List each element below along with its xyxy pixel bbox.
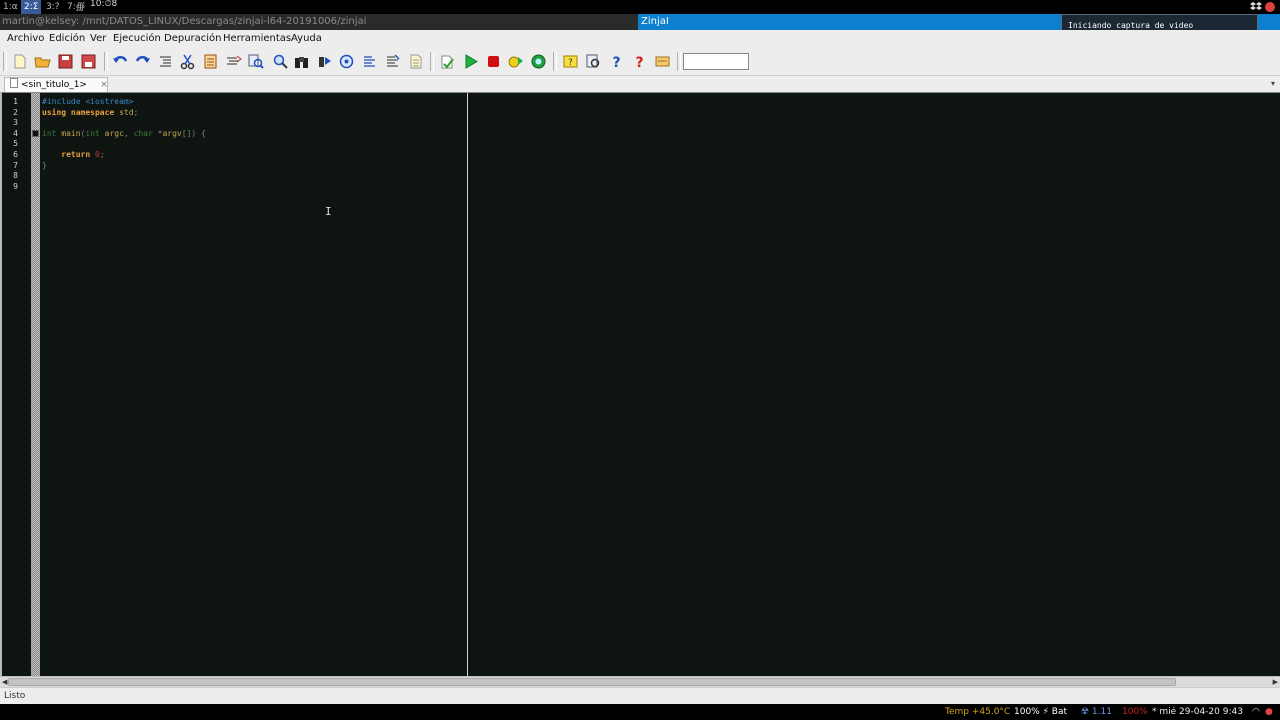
code-editor[interactable]: 1 2 3 4 5 6 7 8 9 #include <iostream> usi… [0, 92, 1280, 677]
wifi-icon: ◠ [1252, 707, 1260, 717]
main-toolbar: ? ? ? [0, 48, 1280, 76]
workspace-2[interactable]: 2:Σ [21, 0, 42, 14]
line-number: 8 [13, 171, 18, 181]
line-number: 4 [13, 128, 18, 138]
line-number-gutter: 1 2 3 4 5 6 7 8 9 [2, 93, 31, 677]
text-cursor-icon: I [325, 205, 332, 218]
new-file-icon[interactable] [11, 53, 28, 70]
status-text: Listo [4, 691, 26, 701]
settings-icon[interactable] [654, 53, 671, 70]
undo-icon[interactable] [112, 53, 129, 70]
tray-icons [1248, 1, 1276, 13]
find-replace-icon[interactable] [247, 53, 264, 70]
line-number: 7 [13, 160, 18, 170]
menu-bar: Archivo Edición Ver Ejecución Depuración… [0, 30, 1280, 49]
menu-ejecucion[interactable]: Ejecución [113, 30, 161, 48]
file-icon [10, 78, 18, 88]
line-number: 9 [13, 181, 18, 191]
open-folder-icon[interactable] [34, 53, 51, 70]
search-input[interactable] [683, 53, 749, 70]
status-bar: Listo [0, 687, 1280, 705]
toolbar-separator [677, 52, 681, 71]
workspace-3[interactable]: 3:? [43, 0, 63, 14]
power-icon[interactable]: ● [1265, 704, 1273, 720]
document-icon[interactable] [407, 53, 424, 70]
toolbar-separator [430, 52, 434, 71]
debug-icon[interactable] [507, 53, 524, 70]
redo-icon[interactable] [134, 53, 151, 70]
scrollbar-thumb[interactable] [8, 678, 1176, 686]
save-as-icon[interactable] [80, 53, 97, 70]
compile-icon[interactable] [439, 53, 456, 70]
cut-icon[interactable] [179, 53, 196, 70]
find-next-icon[interactable] [316, 53, 333, 70]
line-number: 5 [13, 139, 18, 149]
volume-indicator: 100% [1122, 707, 1148, 717]
tray-dropbox-icon[interactable] [1248, 1, 1276, 13]
edge-column-marker [467, 93, 468, 677]
save-icon[interactable] [57, 53, 74, 70]
line-number: 1 [13, 97, 18, 106]
search-icon[interactable] [272, 53, 289, 70]
scroll-left-icon[interactable]: ◀ [2, 677, 7, 687]
workspace-7[interactable]: 7:∰ [64, 0, 88, 14]
code-text[interactable]: #include <iostream> using namespace std; … [42, 97, 206, 192]
fold-toggle-icon[interactable] [32, 130, 39, 137]
help-search-icon[interactable] [585, 53, 602, 70]
copy-icon[interactable] [202, 53, 219, 70]
tab-list-icon[interactable]: ▾ [1271, 79, 1275, 88]
menu-ayuda[interactable]: Ayuda [291, 30, 322, 48]
binoculars-icon[interactable] [293, 53, 310, 70]
datetime: * mié 29-04-20 9:43 [1152, 707, 1243, 717]
tab-close-icon[interactable]: × [99, 80, 109, 91]
indent-icon[interactable] [157, 53, 174, 70]
menu-archivo[interactable]: Archivo [7, 30, 44, 48]
terminal-title[interactable]: martin@kelsey: /mnt/DATOS_LINUX/Descarga… [2, 14, 366, 30]
system-top-bar: 1:α 2:Σ 3:? 7:∰ 10:⏱8 [0, 0, 1280, 14]
temp-indicator: Temp +45.0°C [945, 707, 1011, 717]
load-indicator: ☢ 1.11 [1081, 707, 1112, 717]
comment-icon[interactable] [361, 53, 378, 70]
run-icon[interactable] [462, 53, 479, 70]
stop-icon[interactable] [485, 53, 502, 70]
system-bottom-bar: Temp +45.0°C 100% ⚡ Bat ☢ 1.11 100% * mi… [0, 704, 1280, 720]
tab-sin-titulo-1[interactable]: <sin_titulo_1> × [4, 77, 108, 93]
svg-text:?: ? [635, 55, 643, 70]
toolbar-separator [104, 52, 108, 71]
help-tip-icon[interactable]: ? [631, 53, 648, 70]
line-number: 3 [13, 118, 18, 128]
menu-edicion[interactable]: Edición [49, 30, 85, 48]
workspace-1[interactable]: 1:α [0, 0, 21, 14]
line-number: 2 [13, 107, 18, 117]
top-clock: 10:⏱8 [90, 0, 118, 9]
help-icon[interactable]: ? [562, 53, 579, 70]
svg-text:?: ? [568, 58, 573, 68]
tab-bar: <sin_titulo_1> × ▾ [0, 76, 1280, 93]
fold-margin[interactable] [31, 93, 40, 677]
help-question-icon[interactable]: ? [608, 53, 625, 70]
tab-label: <sin_titulo_1> [21, 80, 87, 90]
debug-run-icon[interactable] [530, 53, 547, 70]
svg-text:?: ? [612, 55, 620, 70]
battery-indicator: 100% ⚡ Bat [1014, 707, 1067, 717]
menu-depuracion[interactable]: Depuración [164, 30, 222, 48]
toolbar-separator [3, 52, 7, 71]
line-number: 6 [13, 150, 18, 159]
scroll-right-icon[interactable]: ▶ [1273, 677, 1278, 687]
toolbar-separator [553, 52, 557, 71]
goto-icon[interactable] [338, 53, 355, 70]
menu-herramientas[interactable]: Herramientas [223, 30, 291, 48]
paste-icon[interactable] [225, 53, 242, 70]
uncomment-icon[interactable] [384, 53, 401, 70]
menu-ver[interactable]: Ver [90, 30, 106, 48]
